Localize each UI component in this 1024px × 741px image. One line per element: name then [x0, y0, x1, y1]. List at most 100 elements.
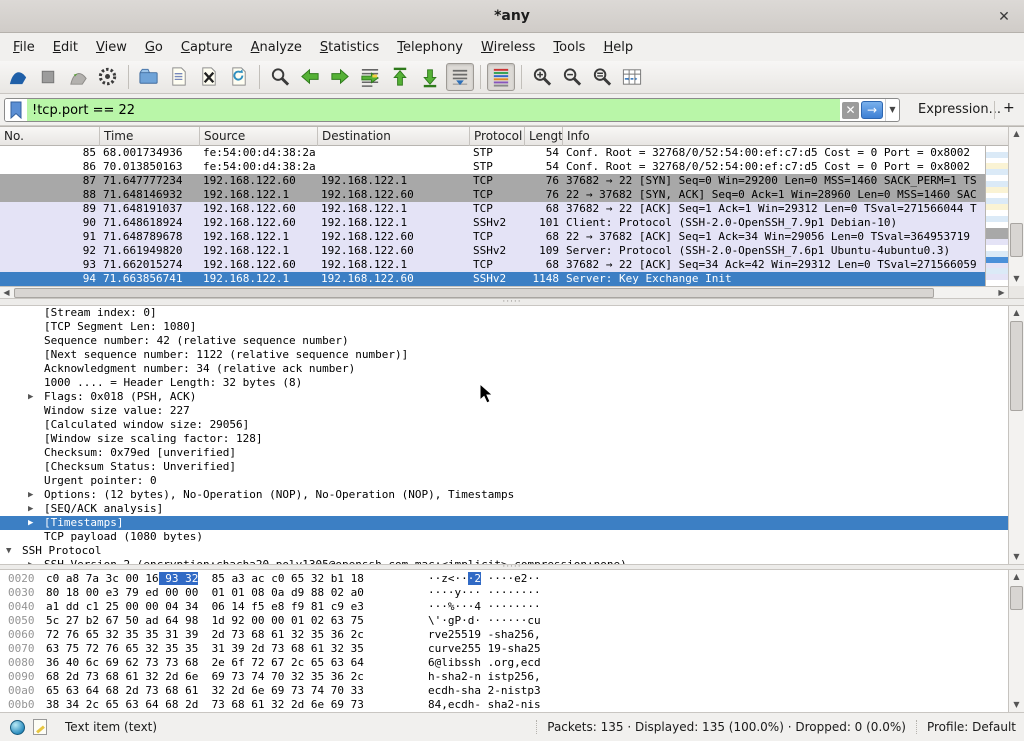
go-top-icon[interactable] [386, 63, 414, 91]
column-header-source[interactable]: Source [200, 127, 318, 146]
column-header-length[interactable]: Length [525, 127, 563, 146]
detail-line[interactable]: ▶[SEQ/ACK analysis] [0, 502, 1024, 516]
go-forward-icon[interactable] [326, 63, 354, 91]
zoom-100-icon[interactable] [588, 63, 616, 91]
close-window-button[interactable]: ✕ [994, 7, 1014, 27]
menu-wireless[interactable]: Wireless [472, 36, 544, 59]
packet-list-hscroll-thumb[interactable] [14, 288, 934, 298]
hex-row-0060[interactable]: 006072 76 65 32 35 35 31 39 2d 73 68 61 … [0, 628, 1024, 642]
expression-button[interactable]: Expression... [918, 102, 1001, 117]
go-back-icon[interactable] [296, 63, 324, 91]
packet-row-85[interactable]: 8568.001734936fe:54:00:d4:38:2aSTP54Conf… [0, 146, 985, 160]
detail-line[interactable]: TCP payload (1080 bytes) [0, 530, 1024, 544]
packet-row-90[interactable]: 9071.648618924192.168.122.60192.168.122.… [0, 216, 985, 230]
detail-line[interactable]: ▶Options: (12 bytes), No-Operation (NOP)… [0, 488, 1024, 502]
menu-analyze[interactable]: Analyze [242, 36, 311, 59]
filter-dropdown-caret[interactable]: ▼ [885, 99, 899, 121]
detail-line[interactable]: 1000 .... = Header Length: 32 bytes (8) [0, 376, 1024, 390]
menu-statistics[interactable]: Statistics [311, 36, 388, 59]
detail-line[interactable]: ▶[Timestamps] [0, 516, 1024, 530]
hex-row-0020[interactable]: 0020c0 a8 7a 3c 00 16 93 32 85 a3 ac c0 … [0, 572, 1024, 586]
packet-row-91[interactable]: 9171.648789678192.168.122.1192.168.122.6… [0, 230, 985, 244]
add-filter-button[interactable]: + [1003, 100, 1015, 116]
detail-line[interactable]: Checksum: 0x79ed [unverified] [0, 446, 1024, 460]
expander-closed-icon[interactable]: ▶ [28, 502, 33, 516]
hex-row-0070[interactable]: 007063 75 72 76 65 32 35 35 31 39 2d 73 … [0, 642, 1024, 656]
menu-capture[interactable]: Capture [172, 36, 242, 59]
column-header-destination[interactable]: Destination [318, 127, 470, 146]
scroll-up-icon[interactable]: ▲ [1009, 570, 1024, 584]
expander-closed-icon[interactable]: ▶ [28, 390, 33, 404]
bytes-vscrollbar[interactable]: ▲ ▼ [1008, 570, 1024, 712]
hex-row-00a0[interactable]: 00a065 63 64 68 2d 73 68 61 32 2d 6e 69 … [0, 684, 1024, 698]
scroll-up-icon[interactable]: ▲ [1009, 127, 1024, 141]
packet-row-89[interactable]: 8971.648191037192.168.122.60192.168.122.… [0, 202, 985, 216]
hex-row-0040[interactable]: 0040a1 dd c1 25 00 00 04 34 06 14 f5 e8 … [0, 600, 1024, 614]
statusbar-profile[interactable]: Profile: Default [916, 720, 1024, 734]
restart-capture-icon[interactable] [64, 63, 92, 91]
details-vscrollbar[interactable]: ▲ ▼ [1008, 306, 1024, 564]
detail-line[interactable]: [Checksum Status: Unverified] [0, 460, 1024, 474]
packet-row-92[interactable]: 9271.661949820192.168.122.1192.168.122.6… [0, 244, 985, 258]
scroll-up-icon[interactable]: ▲ [1009, 306, 1024, 320]
start-capture-icon[interactable] [4, 63, 32, 91]
filter-bookmark-icon[interactable] [5, 99, 27, 121]
detail-line[interactable]: [Window size scaling factor: 128] [0, 432, 1024, 446]
detail-line[interactable]: Acknowledgment number: 34 (relative ack … [0, 362, 1024, 376]
open-file-icon[interactable] [135, 63, 163, 91]
zoom-in-icon[interactable] [528, 63, 556, 91]
packet-row-87[interactable]: 8771.647777234192.168.122.60192.168.122.… [0, 174, 985, 188]
scroll-down-icon[interactable]: ▼ [1009, 550, 1024, 564]
bytes-vscroll-thumb[interactable] [1010, 586, 1023, 610]
zoom-out-icon[interactable] [558, 63, 586, 91]
reload-file-icon[interactable] [225, 63, 253, 91]
pane-splitter-top[interactable]: ····· [0, 298, 1024, 306]
colorize-icon[interactable] [487, 63, 515, 91]
hex-row-0030[interactable]: 003080 18 00 e3 79 ed 00 00 01 01 08 0a … [0, 586, 1024, 600]
hex-row-00b0[interactable]: 00b038 34 2c 65 63 64 68 2d 73 68 61 32 … [0, 698, 1024, 712]
column-header-info[interactable]: Info [563, 127, 985, 146]
column-header-no[interactable]: No. [0, 127, 100, 146]
packet-list-vscrollbar[interactable]: ▲ ▼ [1008, 127, 1024, 286]
detail-line[interactable]: Urgent pointer: 0 [0, 474, 1024, 488]
packet-list-minimap[interactable] [985, 146, 1008, 286]
packet-row-88[interactable]: 8871.648146932192.168.122.1192.168.122.6… [0, 188, 985, 202]
detail-line[interactable]: [Next sequence number: 1122 (relative se… [0, 348, 1024, 362]
detail-line[interactable]: ▼SSH Protocol [0, 544, 1024, 558]
display-filter-input[interactable] [27, 99, 840, 121]
scroll-down-icon[interactable]: ▼ [1009, 272, 1024, 286]
detail-line[interactable]: [TCP Segment Len: 1080] [0, 320, 1024, 334]
packet-list-header[interactable]: No.TimeSourceDestinationProtocolLengthIn… [0, 127, 1008, 146]
filter-apply-button[interactable]: → [861, 101, 883, 119]
stop-capture-icon[interactable] [34, 63, 62, 91]
menu-help[interactable]: Help [594, 36, 642, 59]
close-file-icon[interactable] [195, 63, 223, 91]
menu-view[interactable]: View [87, 36, 136, 59]
column-header-time[interactable]: Time [100, 127, 200, 146]
menu-edit[interactable]: Edit [44, 36, 87, 59]
scroll-down-icon[interactable]: ▼ [1009, 698, 1024, 712]
menu-file[interactable]: File [4, 36, 44, 59]
hex-row-0090[interactable]: 009068 2d 73 68 61 32 2d 6e 69 73 74 70 … [0, 670, 1024, 684]
detail-line[interactable]: [Calculated window size: 29056] [0, 418, 1024, 432]
column-header-protocol[interactable]: Protocol [470, 127, 525, 146]
detail-line[interactable]: ▶Flags: 0x018 (PSH, ACK) [0, 390, 1024, 404]
packet-row-86[interactable]: 8670.013850163fe:54:00:d4:38:2aSTP54Conf… [0, 160, 985, 174]
resize-columns-icon[interactable] [618, 63, 646, 91]
capture-comment-icon[interactable] [33, 719, 47, 735]
go-to-packet-icon[interactable] [356, 63, 384, 91]
filter-clear-button[interactable]: ✕ [842, 102, 859, 119]
packet-list-vscroll-thumb[interactable] [1010, 223, 1023, 257]
expander-open-icon[interactable]: ▼ [6, 544, 11, 558]
details-vscroll-thumb[interactable] [1010, 321, 1023, 411]
expander-closed-icon[interactable]: ▶ [28, 488, 33, 502]
menu-telephony[interactable]: Telephony [388, 36, 472, 59]
auto-scroll-icon[interactable] [446, 63, 474, 91]
display-filter-entry[interactable]: ✕ → ▼ [4, 98, 900, 122]
hex-row-0080[interactable]: 008036 40 6c 69 62 73 73 68 2e 6f 72 67 … [0, 656, 1024, 670]
menu-go[interactable]: Go [136, 36, 172, 59]
go-bottom-icon[interactable] [416, 63, 444, 91]
packet-row-94[interactable]: 9471.663856741192.168.122.1192.168.122.6… [0, 272, 985, 286]
expander-closed-icon[interactable]: ▶ [28, 516, 33, 530]
detail-line[interactable]: Sequence number: 42 (relative sequence n… [0, 334, 1024, 348]
